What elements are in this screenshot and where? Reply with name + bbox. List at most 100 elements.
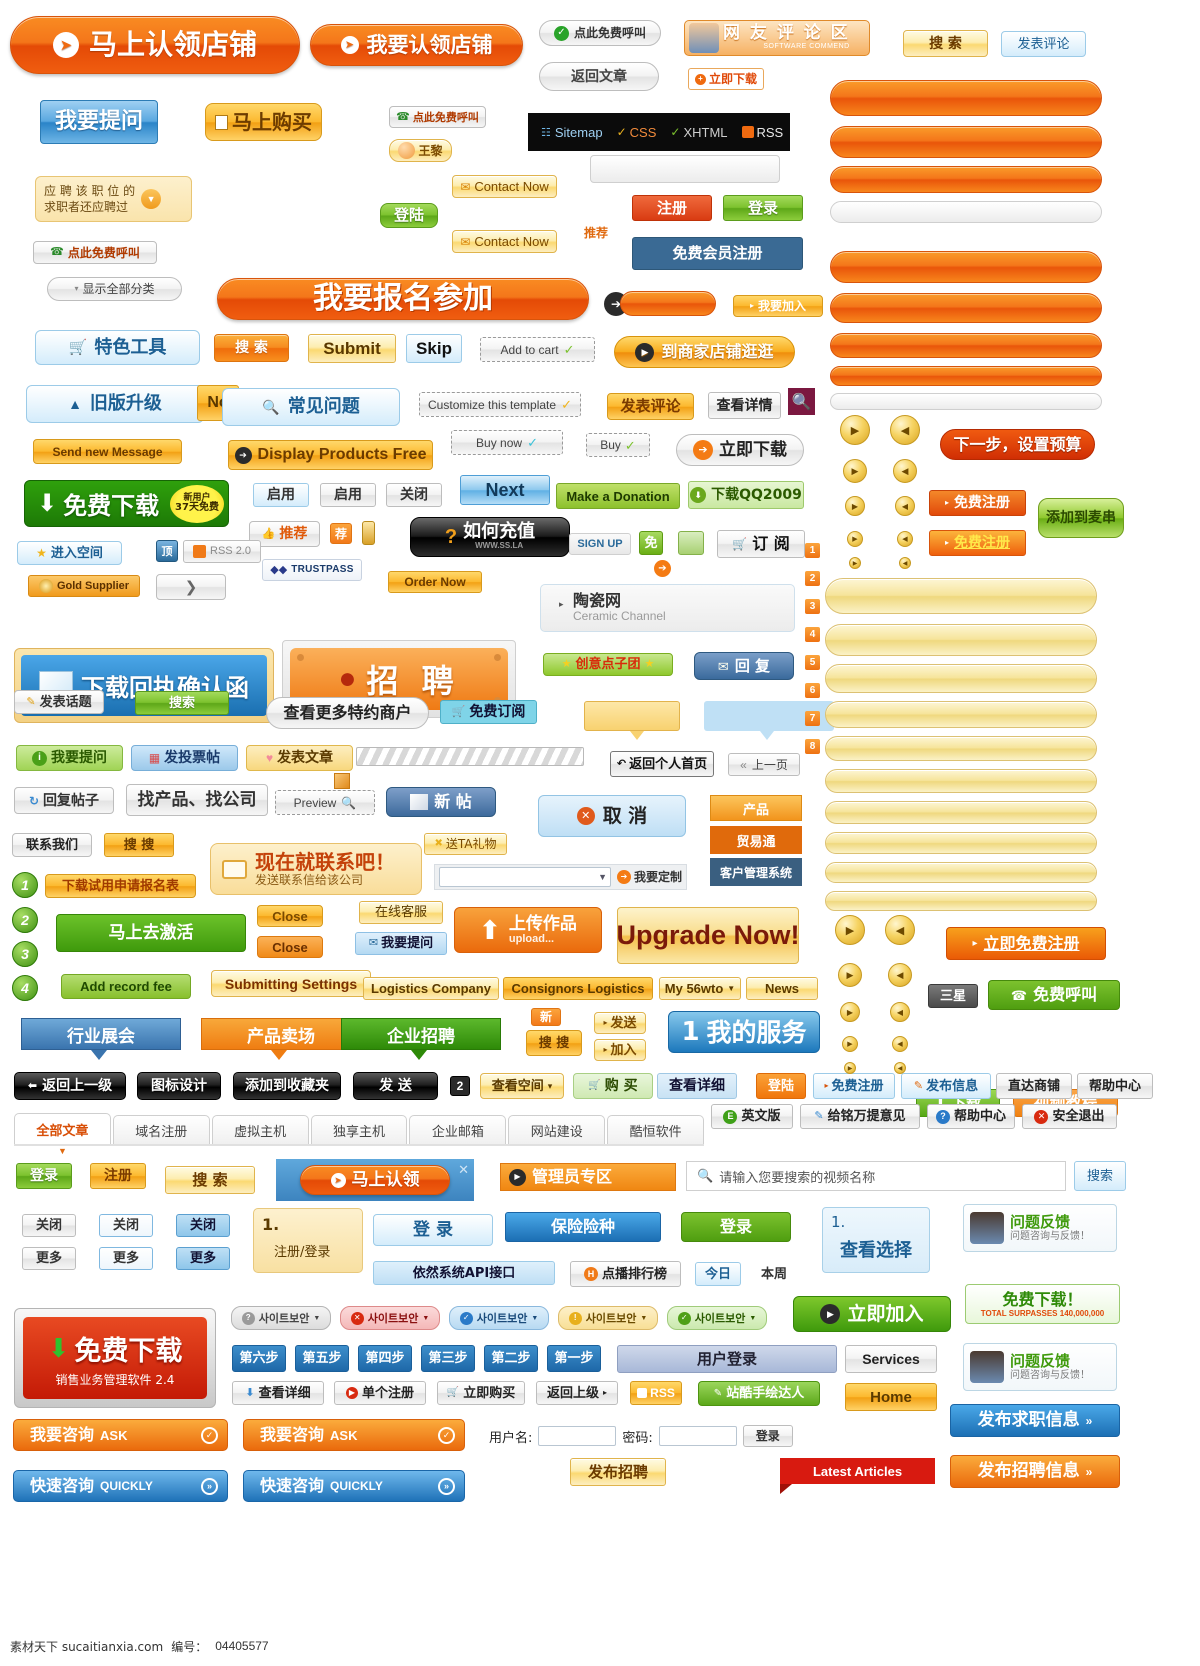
user-login-button[interactable]: 用户登录	[617, 1345, 837, 1373]
contact-now-button-2[interactable]: ✉ Contact Now	[452, 230, 557, 253]
more-b-button[interactable]: 更多	[99, 1247, 153, 1270]
zcool-master-button[interactable]: ✎ 站酷手绘达人	[698, 1381, 820, 1406]
insurance-type-button[interactable]: 保险险种	[505, 1212, 661, 1242]
tab-item-2[interactable]: 虚拟主机	[211, 1115, 309, 1144]
back-personal-home-button[interactable]: ↶ 返回个人首页	[610, 751, 714, 777]
old-version-upgrade-button[interactable]: ▲ 旧版升级	[26, 385, 204, 423]
gold-slot-6[interactable]	[825, 801, 1097, 824]
add-to-favorites-button[interactable]: 添加到收藏夹	[233, 1072, 341, 1100]
free-register-button-1[interactable]: ▸ 免费注册	[929, 490, 1026, 516]
video-search-button[interactable]: 搜索	[1074, 1161, 1126, 1191]
buy-now-button[interactable]: Buy now ✓	[451, 430, 563, 455]
post-poll-button[interactable]: ▦ 发投票帖	[131, 745, 238, 771]
login-big-button[interactable]: 登 录	[373, 1214, 493, 1246]
click-rank-button[interactable]: H 点播排行榜	[570, 1261, 681, 1287]
nav-next-circle-3[interactable]: ▶	[847, 531, 863, 547]
enter-space-button[interactable]: ★ 进入空间	[17, 541, 122, 565]
search-gold-2-button[interactable]: 搜 索	[165, 1166, 255, 1194]
orange-slot-3[interactable]	[830, 251, 1102, 283]
samsung-button[interactable]: 三星	[928, 984, 978, 1008]
gold-supplier-badge[interactable]: Gold Supplier	[28, 575, 140, 597]
this-week-button[interactable]: 本周	[751, 1262, 797, 1286]
contact-us-button[interactable]: 联系我们	[12, 833, 92, 857]
trustpass-badge[interactable]: ◆◆ TRUSTPASS	[262, 559, 362, 581]
buy-immediately-button[interactable]: 🛒 立即购买	[437, 1381, 525, 1405]
product-market-tab[interactable]: 产品卖场	[201, 1018, 361, 1050]
customize-template-button[interactable]: Customize this template ✓	[419, 392, 581, 417]
close-button-1[interactable]: Close	[257, 905, 323, 927]
ask-consult-button-2[interactable]: 我要咨询 ASK ✓	[243, 1419, 465, 1451]
tab-item-5[interactable]: 网站建设	[508, 1115, 606, 1144]
claim-now-panel[interactable]: ➤ 马上认领 ✕	[276, 1159, 474, 1201]
claim-shop-button[interactable]: ➤ 我要认领店铺	[310, 24, 523, 66]
gold-slot-1[interactable]	[825, 624, 1097, 656]
search-magnifier-icon[interactable]: 🔍	[788, 388, 815, 415]
nav-next-circle-2[interactable]: ▶	[845, 496, 865, 516]
nav-prev-circle-4[interactable]: ◀	[899, 557, 911, 569]
nav-prev-circle-8[interactable]: ◀	[892, 1036, 908, 1052]
close-b-button[interactable]: 关闭	[99, 1214, 153, 1237]
download-now-button[interactable]: ➔ 立即下载	[676, 434, 804, 466]
order-now-button[interactable]: Order Now	[388, 571, 482, 593]
ask-question-blue-button[interactable]: ✉ 我要提问	[355, 932, 447, 955]
resize-handle-icon[interactable]	[334, 773, 350, 789]
faq-button[interactable]: 🔍 常见问题	[222, 388, 400, 426]
view-choice-panel[interactable]: 1. 查看选择	[822, 1207, 930, 1273]
claim-now-button[interactable]: ➤ 马上认领	[300, 1165, 450, 1195]
product-tab-button[interactable]: 产品	[710, 795, 802, 821]
search-gold-button[interactable]: 搜 索	[903, 30, 988, 57]
buy-button[interactable]: Buy ✓	[586, 433, 650, 457]
back-to-parent-button[interactable]: 返回上级 ▸	[536, 1381, 618, 1405]
skip-button[interactable]: Skip	[406, 334, 462, 363]
add-to-skewer-button[interactable]: 添加到麦串	[1038, 498, 1124, 538]
more-a-button[interactable]: 更多	[22, 1247, 76, 1270]
close-a-button[interactable]: 关闭	[22, 1214, 76, 1237]
nav-next-circle-8[interactable]: ▶	[842, 1036, 858, 1052]
feedback-panel-2[interactable]: 问题反馈 问题咨询与反馈！	[963, 1343, 1117, 1391]
reply-post-button[interactable]: ↻ 回复帖子	[14, 787, 114, 814]
tab-item-4[interactable]: 企业邮箱	[409, 1115, 507, 1144]
download-now-small-button[interactable]: + 立即下载	[688, 68, 764, 90]
password-input[interactable]	[658, 1426, 737, 1446]
enterprise-recruit-tab[interactable]: 企业招聘	[341, 1018, 501, 1050]
badge-num-4[interactable]: 4	[805, 627, 820, 642]
register-button[interactable]: 注册	[90, 1163, 146, 1189]
register-red-button[interactable]: 注册	[632, 195, 712, 221]
post-comment-blue-button[interactable]: 发表评论	[1001, 31, 1086, 57]
free-download-red-card[interactable]: ⬇ 免费下载 销售业务管理软件 2.4	[14, 1308, 216, 1408]
badge-num-3[interactable]: 3	[805, 599, 820, 614]
online-service-button[interactable]: 在线客服	[359, 901, 443, 924]
site-security-red[interactable]: ✕ 사이트보안 ▼	[340, 1306, 440, 1330]
nav-next-circle-7[interactable]: ▶	[840, 1002, 860, 1022]
search-orange-button[interactable]: 搜 索	[214, 334, 289, 362]
site-security-green[interactable]: ✓ 사이트보안 ▼	[667, 1306, 767, 1330]
latest-articles-ribbon[interactable]: Latest Articles	[780, 1458, 935, 1484]
sign-up-button[interactable]: SIGN UP	[569, 533, 631, 555]
step-button-5[interactable]: 第一步	[547, 1345, 601, 1372]
today-button[interactable]: 今日	[695, 1262, 741, 1286]
user-name-chip[interactable]: 王黎	[389, 139, 452, 162]
admin-zone-button[interactable]: ▶ 管理员专区	[500, 1163, 676, 1191]
send-button[interactable]: 发 送	[353, 1072, 438, 1100]
step-button-4[interactable]: 第二步	[484, 1345, 538, 1372]
video-search-bar[interactable]: 🔍 请输入您要搜索的视频名称	[686, 1161, 1066, 1191]
help-center-2-button[interactable]: ? 帮助中心	[927, 1104, 1015, 1129]
gold-slot-9[interactable]	[825, 891, 1097, 911]
download-trial-form-button[interactable]: 下载试用申请报名表	[45, 874, 196, 898]
gray-slot-0[interactable]	[830, 201, 1102, 223]
ceramic-channel-panel[interactable]: 陶瓷网 Ceramic Channel ▸	[540, 584, 795, 632]
free-subscribe-button[interactable]: 🛒 免费订阅	[440, 700, 537, 724]
login-submit-button[interactable]: 登录	[742, 1425, 793, 1447]
step-button-0[interactable]: 第六步	[232, 1345, 286, 1372]
nav-next-circle-5[interactable]: ▶	[835, 915, 865, 945]
free-download-banner[interactable]: 免费下载！ TOTAL SURPASSES 140,000,000	[965, 1284, 1120, 1324]
free-call-phone-button[interactable]: ☎ 点此免费呼叫	[389, 106, 486, 128]
submit-button[interactable]: Submit	[308, 334, 396, 363]
applied-job-panel[interactable]: 应 聘 该 职 位 的 求职者还应聘过 ▼	[35, 176, 192, 222]
english-version-button[interactable]: E 英文版	[711, 1104, 793, 1129]
how-to-recharge-button[interactable]: ? 如何充值 WWW.SS.LA	[410, 517, 570, 557]
featured-tools-button[interactable]: 🛒 特色工具	[35, 330, 200, 365]
join-now-button[interactable]: ▶ 立即加入	[793, 1296, 951, 1332]
view-details-button[interactable]: 查看详情	[708, 392, 781, 419]
i-want-custom-button[interactable]: ➔ 我要定制	[616, 870, 682, 884]
